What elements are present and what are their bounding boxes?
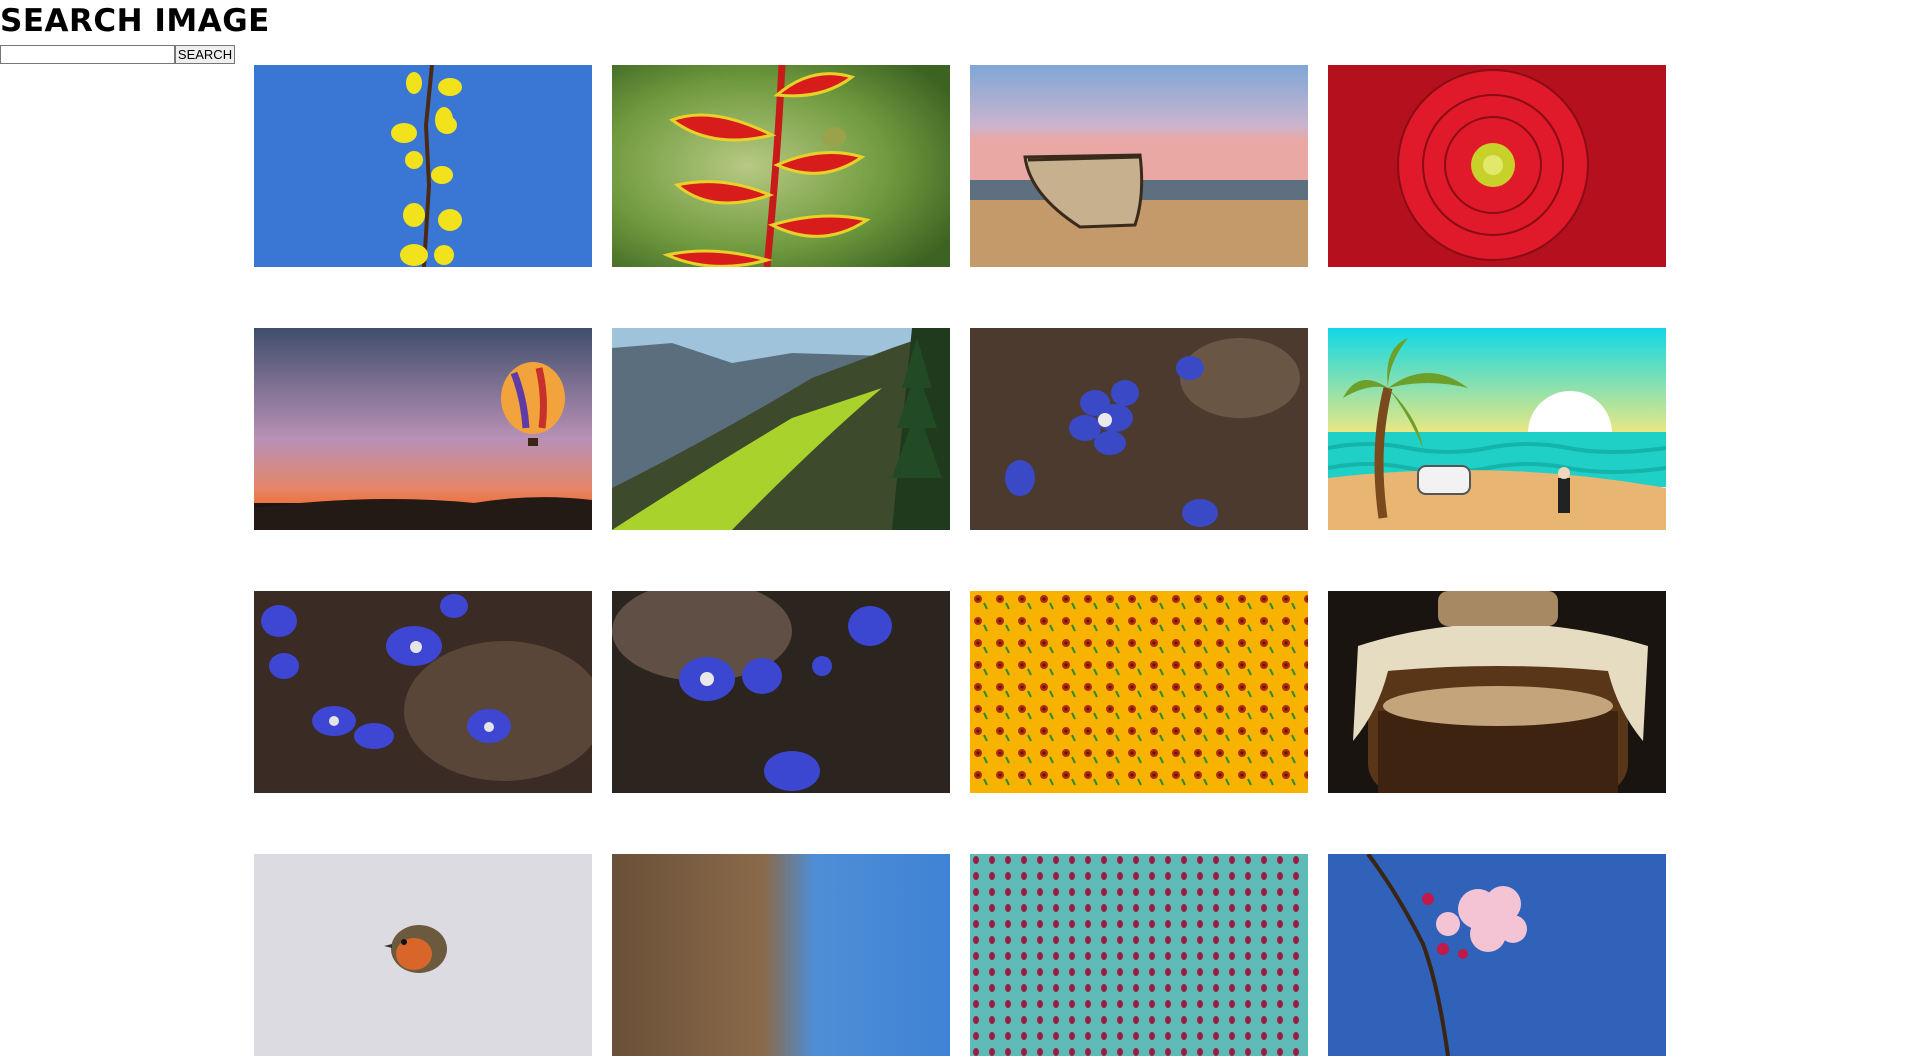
gallery-image[interactable] bbox=[612, 854, 950, 1056]
gallery-image[interactable] bbox=[970, 65, 1308, 267]
gallery-image[interactable] bbox=[1328, 854, 1666, 1056]
gallery-image[interactable] bbox=[970, 854, 1308, 1056]
gallery-image[interactable] bbox=[1328, 328, 1666, 530]
gallery-image[interactable] bbox=[612, 328, 950, 530]
gallery-image[interactable] bbox=[612, 591, 950, 793]
search-input[interactable] bbox=[0, 45, 175, 64]
gallery-image[interactable] bbox=[254, 591, 592, 793]
gallery-image[interactable] bbox=[970, 328, 1308, 530]
gallery-image[interactable] bbox=[1328, 591, 1666, 793]
gallery-image[interactable] bbox=[1328, 65, 1666, 267]
search-button[interactable]: SEARCH bbox=[175, 45, 235, 64]
gallery-image[interactable] bbox=[254, 328, 592, 530]
gallery-image[interactable] bbox=[254, 854, 592, 1056]
search-bar: SEARCH bbox=[0, 45, 235, 64]
image-gallery bbox=[254, 65, 1666, 1056]
gallery-image[interactable] bbox=[254, 65, 592, 267]
page-title: SEARCH IMAGE bbox=[0, 3, 270, 39]
gallery-image[interactable] bbox=[612, 65, 950, 267]
gallery-image[interactable] bbox=[970, 591, 1308, 793]
